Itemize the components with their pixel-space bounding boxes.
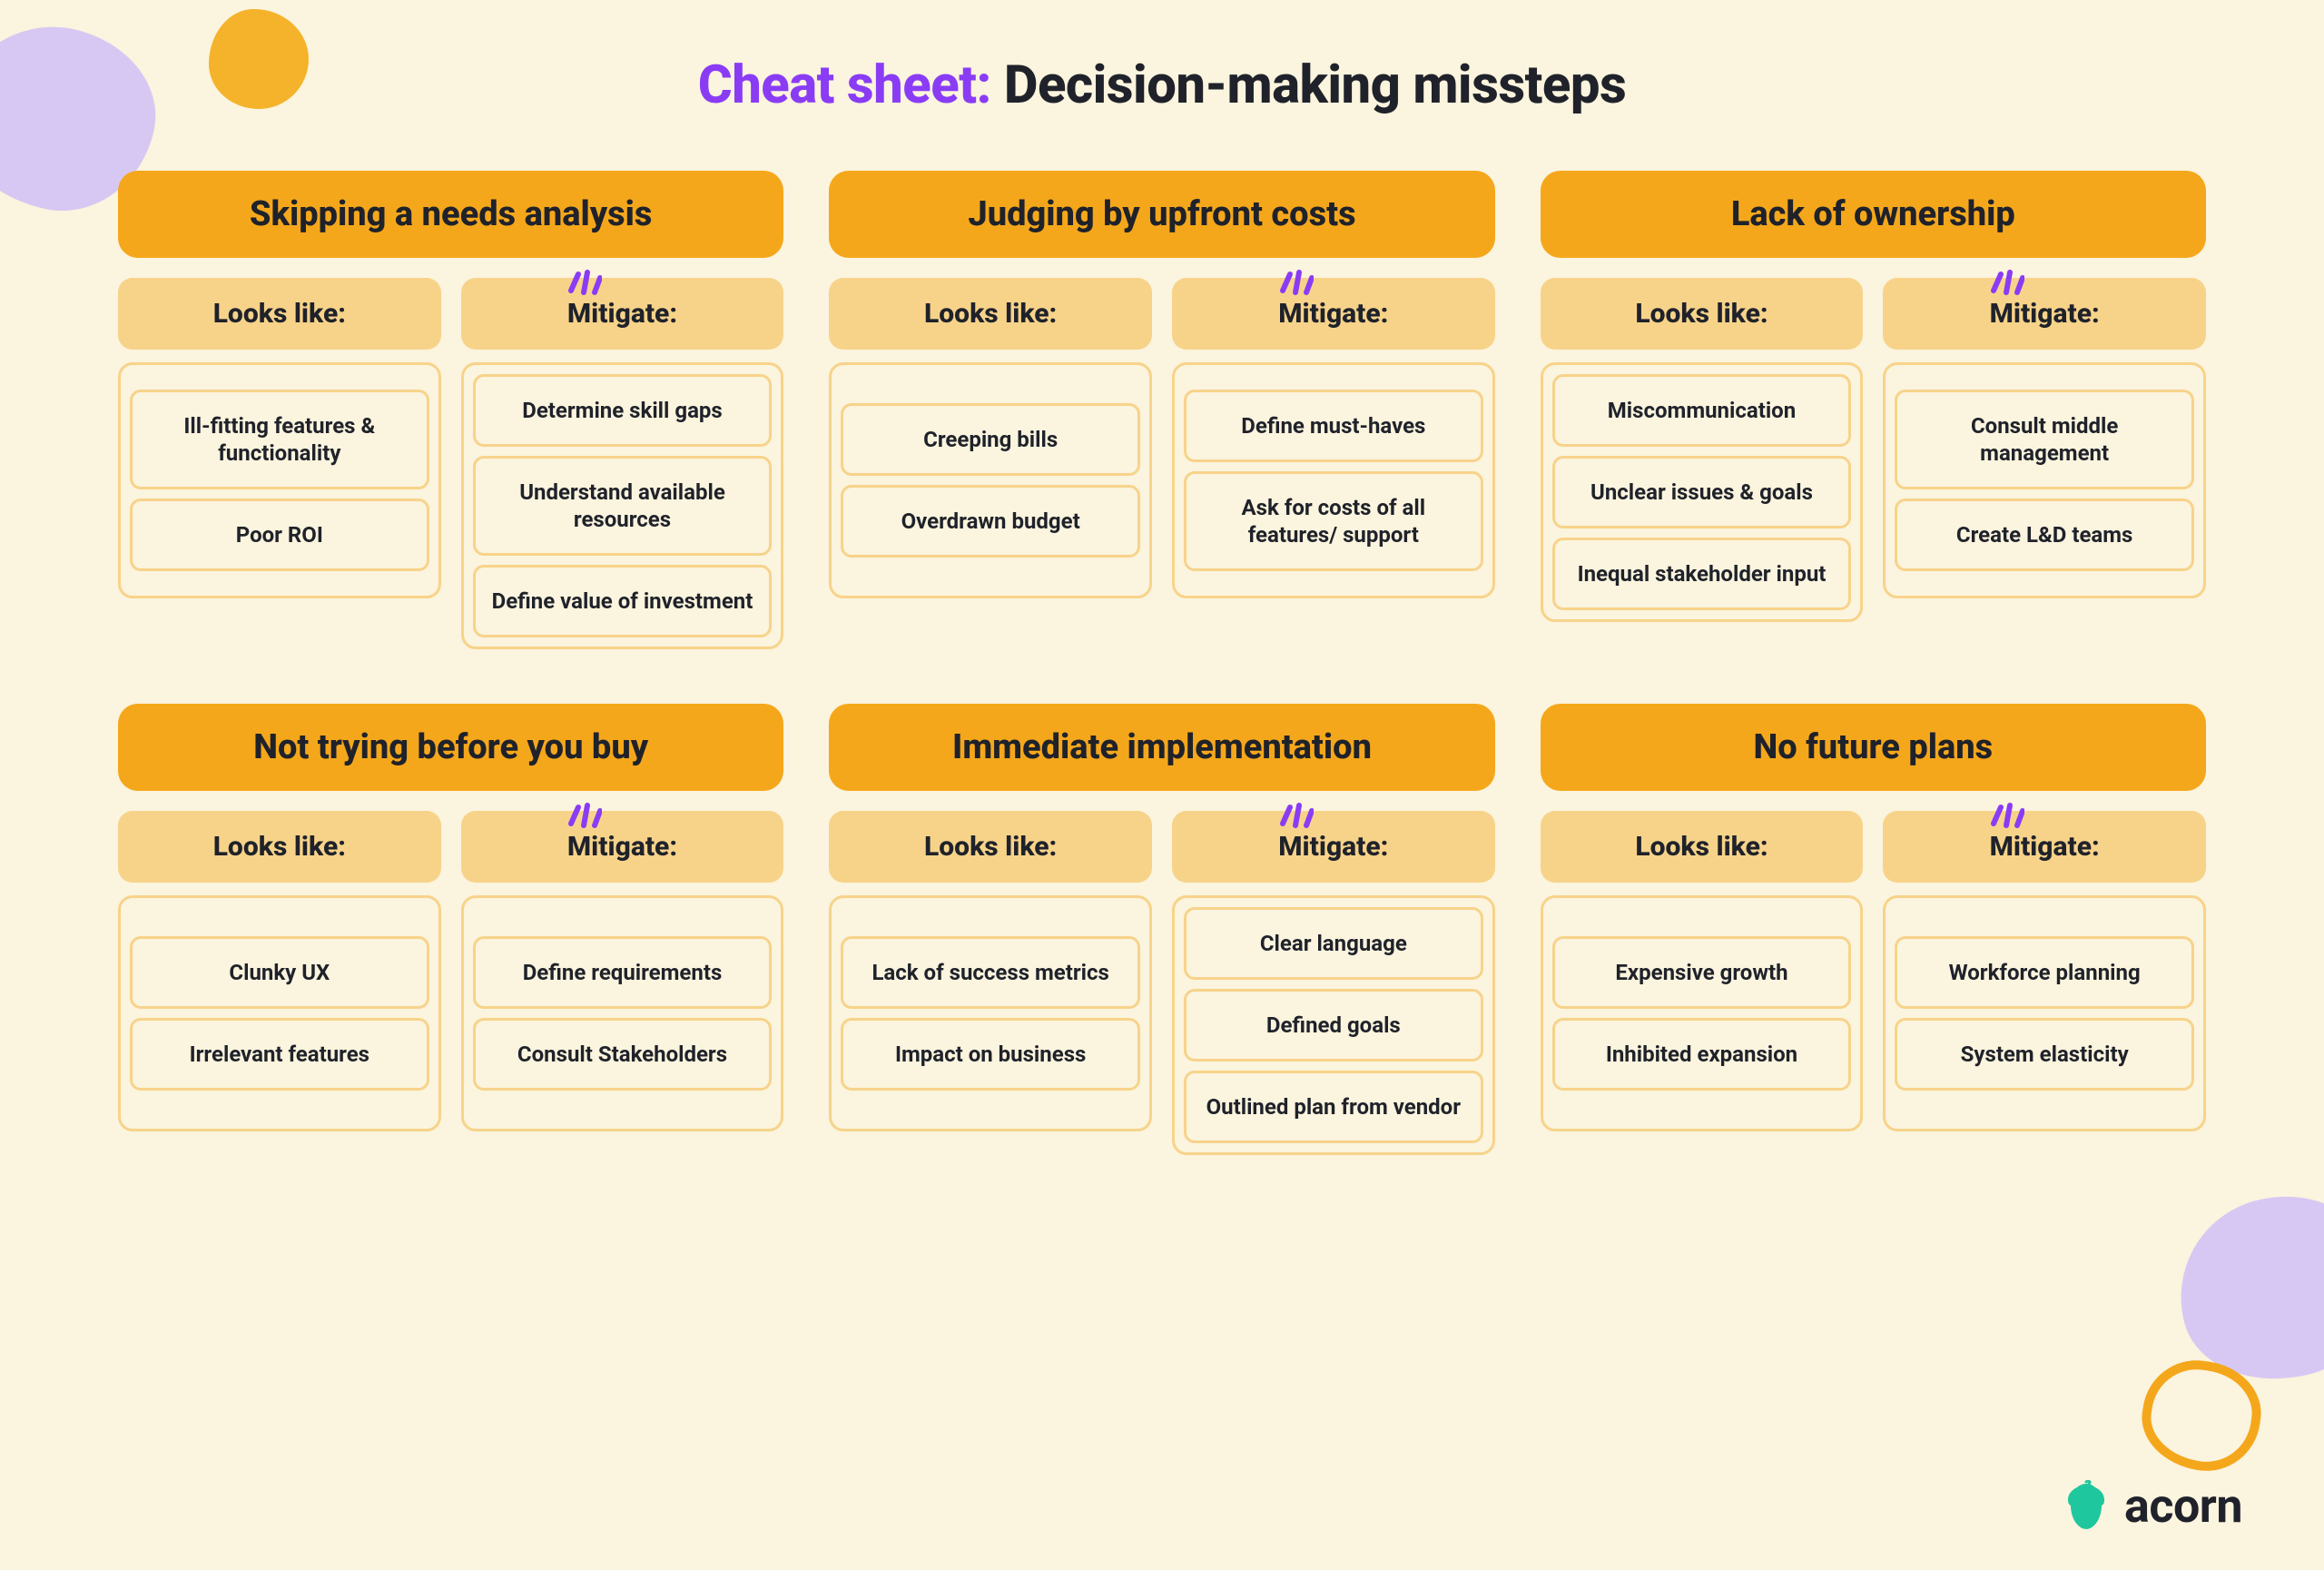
list-item: Defined goals	[1184, 989, 1483, 1061]
page: Cheat sheet: Decision-making missteps Sk…	[0, 0, 2324, 1182]
looks-like-column: Looks like: Expensive growth Inhibited exp…	[1541, 811, 1864, 1131]
looks-like-label: Looks like:	[1541, 278, 1864, 350]
looks-like-label: Looks like:	[829, 278, 1152, 350]
list-item: Inequal stakeholder input	[1552, 538, 1852, 610]
mitigate-items: Consult middle management Create L&D team…	[1883, 362, 2206, 598]
misstep-title: Skipping a needs analysis	[118, 171, 783, 258]
list-item: Expensive growth	[1552, 936, 1852, 1009]
mitigate-column: Mitigate: Define must-haves Ask for costs…	[1172, 278, 1495, 598]
list-item: Clear language	[1184, 907, 1483, 980]
spark-icon	[566, 798, 602, 831]
spark-icon	[1988, 265, 2024, 298]
list-item: Inhibited expansion	[1552, 1018, 1852, 1091]
mitigate-items: Workforce planning System elasticity	[1883, 895, 2206, 1131]
list-item: Define value of investment	[473, 565, 773, 637]
brand-name: acorn	[2124, 1478, 2242, 1534]
misstep-title: No future plans	[1541, 704, 2206, 791]
mitigate-label: Mitigate:	[1883, 278, 2206, 350]
list-item: Unclear issues & goals	[1552, 456, 1852, 528]
list-item: Define must-haves	[1184, 390, 1483, 462]
list-item: Determine skill gaps	[473, 374, 773, 447]
mitigate-column: Mitigate: Consult middle management Creat…	[1883, 278, 2206, 622]
mitigate-label: Mitigate:	[1883, 811, 2206, 883]
misstep-card: No future plans Looks like: Expensive grow…	[1541, 704, 2206, 1155]
looks-like-items: Ill-fitting features & functionality Poor…	[118, 362, 441, 598]
looks-like-items: Creeping bills Overdrawn budget	[829, 362, 1152, 598]
list-item: Poor ROI	[130, 499, 429, 571]
card-columns: Looks like: Creeping bills Overdrawn budge…	[829, 278, 1494, 598]
misstep-card: Lack of ownership Looks like: Miscommunica…	[1541, 171, 2206, 649]
list-item: Overdrawn budget	[841, 485, 1140, 558]
looks-like-column: Looks like: Miscommunication Unclear issue…	[1541, 278, 1864, 622]
list-item: System elasticity	[1895, 1018, 2194, 1091]
looks-like-items: Miscommunication Unclear issues & goals In…	[1541, 362, 1864, 622]
looks-like-label: Looks like:	[829, 811, 1152, 883]
misstep-title: Immediate implementation	[829, 704, 1494, 791]
list-item: Create L&D teams	[1895, 499, 2194, 571]
list-item: Irrelevant features	[130, 1018, 429, 1091]
page-title: Cheat sheet: Decision-making missteps	[118, 54, 2206, 116]
spark-icon	[1277, 798, 1314, 831]
card-columns: Looks like: Miscommunication Unclear issue…	[1541, 278, 2206, 622]
looks-like-items: Clunky UX Irrelevant features	[118, 895, 441, 1131]
list-item: Clunky UX	[130, 936, 429, 1009]
card-columns: Looks like: Clunky UX Irrelevant features M…	[118, 811, 783, 1131]
list-item: Outlined plan from vendor	[1184, 1071, 1483, 1143]
card-columns: Looks like: Expensive growth Inhibited exp…	[1541, 811, 2206, 1131]
list-item: Impact on business	[841, 1018, 1140, 1091]
list-item: Define requirements	[473, 936, 773, 1009]
card-columns: Looks like: Lack of success metrics Impact…	[829, 811, 1494, 1155]
list-item: Lack of success metrics	[841, 936, 1140, 1009]
mitigate-label: Mitigate:	[1172, 811, 1495, 883]
misstep-card: Judging by upfront costs Looks like: Creep…	[829, 171, 1494, 649]
brand-logo: acorn	[2063, 1478, 2242, 1534]
list-item: Workforce planning	[1895, 936, 2194, 1009]
mitigate-column: Mitigate: Workforce planning System elast…	[1883, 811, 2206, 1131]
spark-icon	[1277, 265, 1314, 298]
list-item: Creeping bills	[841, 403, 1140, 476]
mitigate-items: Clear language Defined goals Outlined plan…	[1172, 895, 1495, 1155]
looks-like-label: Looks like:	[118, 278, 441, 350]
looks-like-column: Looks like: Clunky UX Irrelevant features	[118, 811, 441, 1131]
misstep-title: Not trying before you buy	[118, 704, 783, 791]
looks-like-column: Looks like: Lack of success metrics Impact…	[829, 811, 1152, 1155]
looks-like-label: Looks like:	[118, 811, 441, 883]
card-columns: Looks like: Ill-fitting features & functi…	[118, 278, 783, 649]
mitigate-items: Determine skill gaps Understand available…	[461, 362, 784, 649]
mitigate-column: Mitigate: Determine skill gaps Understand…	[461, 278, 784, 649]
looks-like-column: Looks like: Ill-fitting features & functi…	[118, 278, 441, 649]
list-item: Miscommunication	[1552, 374, 1852, 447]
misstep-title: Judging by upfront costs	[829, 171, 1494, 258]
misstep-card: Not trying before you buy Looks like: Clun…	[118, 704, 783, 1155]
mitigate-column: Mitigate: Clear language Defined goals Out…	[1172, 811, 1495, 1155]
mitigate-label: Mitigate:	[1172, 278, 1495, 350]
looks-like-label: Looks like:	[1541, 811, 1864, 883]
title-main: Decision-making missteps	[1004, 54, 1626, 116]
looks-like-items: Lack of success metrics Impact on busines…	[829, 895, 1152, 1131]
mitigate-column: Mitigate: Define requirements Consult Sta…	[461, 811, 784, 1131]
acorn-icon	[2063, 1480, 2110, 1533]
cards-grid: Skipping a needs analysis Looks like: Ill-…	[118, 171, 2206, 1155]
looks-like-column: Looks like: Creeping bills Overdrawn budge…	[829, 278, 1152, 598]
list-item: Consult middle management	[1895, 390, 2194, 489]
mitigate-items: Define must-haves Ask for costs of all fe…	[1172, 362, 1495, 598]
spark-icon	[566, 265, 602, 298]
misstep-title: Lack of ownership	[1541, 171, 2206, 258]
mitigate-items: Define requirements Consult Stakeholders	[461, 895, 784, 1131]
list-item: Consult Stakeholders	[473, 1018, 773, 1091]
list-item: Ill-fitting features & functionality	[130, 390, 429, 489]
misstep-card: Immediate implementation Looks like: Lack …	[829, 704, 1494, 1155]
list-item: Understand available resources	[473, 456, 773, 556]
spark-icon	[1988, 798, 2024, 831]
list-item: Ask for costs of all features/ support	[1184, 471, 1483, 571]
mitigate-label: Mitigate:	[461, 811, 784, 883]
looks-like-items: Expensive growth Inhibited expansion	[1541, 895, 1864, 1131]
misstep-card: Skipping a needs analysis Looks like: Ill-…	[118, 171, 783, 649]
title-prefix: Cheat sheet:	[698, 54, 991, 116]
mitigate-label: Mitigate:	[461, 278, 784, 350]
